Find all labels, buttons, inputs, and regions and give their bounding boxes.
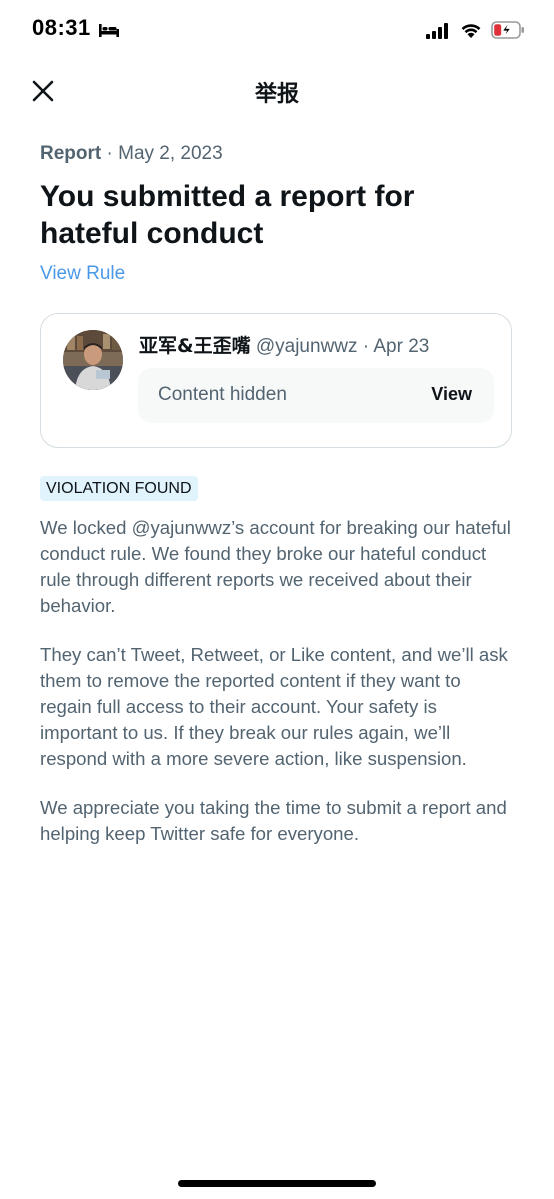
report-headline: You submitted a report for hateful condu…	[40, 180, 415, 250]
content-hidden-label: Content hidden	[158, 384, 287, 405]
violation-badge: VIOLATION FOUND	[40, 476, 198, 501]
wifi-icon	[461, 24, 481, 38]
handle-date: @yajunwwz · Apr 23	[250, 336, 430, 357]
battery-charging-icon	[491, 21, 524, 39]
bed-icon	[99, 24, 119, 37]
nav-header: 举报	[0, 62, 554, 118]
violation-paragraph: They can’t Tweet, Retweet, or Like conte…	[40, 644, 508, 769]
content-hidden-box: Content hidden View	[138, 368, 494, 423]
violation-paragraph: We appreciate you taking the time to sub…	[40, 797, 507, 844]
home-indicator[interactable]	[178, 1180, 376, 1187]
status-bar: 08:31	[0, 0, 554, 62]
report-date: May 2, 2023	[118, 143, 223, 164]
avatar-image	[63, 330, 123, 390]
reported-tweet-card[interactable]: 亚军&王歪嘴 @yajunwwz · Apr 23 Content hidden…	[40, 313, 512, 448]
view-content-button[interactable]: View	[431, 384, 472, 405]
meta-separator: ·	[101, 143, 119, 164]
page-title: 举报	[254, 82, 299, 107]
violation-paragraph: We locked @yajunwwz’s account for breaki…	[40, 517, 511, 616]
view-rule-link[interactable]: View Rule	[40, 263, 125, 285]
display-name[interactable]: 亚军&王歪嘴	[139, 335, 251, 357]
report-meta: Report · May 2, 2023	[40, 143, 223, 165]
report-label: Report	[40, 143, 102, 164]
cellular-signal-icon	[426, 23, 448, 39]
tweet-header: 亚军&王歪嘴 @yajunwwz · Apr 23	[139, 331, 429, 358]
avatar[interactable]	[63, 330, 123, 390]
status-time: 08:31	[32, 15, 91, 40]
